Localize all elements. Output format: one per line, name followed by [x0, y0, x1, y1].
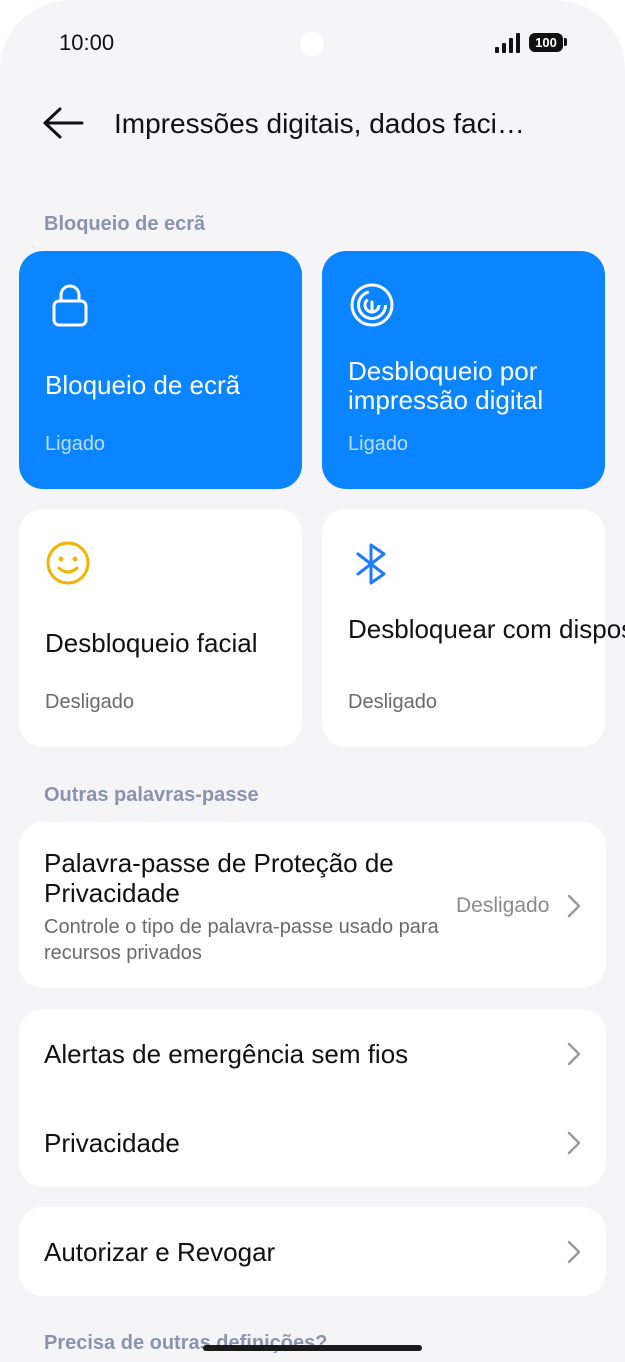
tile-status: Ligado	[45, 433, 106, 455]
section-header-more-settings: Precisa de outras definições?	[44, 1332, 328, 1354]
bluetooth-icon	[348, 539, 398, 589]
front-camera	[300, 32, 324, 56]
chevron-right-icon	[567, 1042, 581, 1066]
home-indicator[interactable]	[203, 1345, 422, 1351]
battery-icon: 100	[529, 33, 563, 52]
back-button[interactable]	[40, 102, 86, 144]
authorize-card: Autorizar e Revogar	[19, 1207, 606, 1296]
tile-status: Desligado	[348, 691, 437, 713]
fingerprint-unlock-tile[interactable]: Desbloqueio por impressão digital Ligado	[322, 251, 605, 489]
tile-title: Bloqueio de ecrã	[45, 370, 241, 400]
phone-screen: 10:00 100 Impressões digitais, dados fac…	[0, 0, 625, 1362]
settings-list-card: Alertas de emergência sem fios Privacida…	[19, 1009, 606, 1187]
row-title: Palavra-passe de Proteção de Privacidade	[44, 848, 394, 908]
fingerprint-icon	[348, 281, 398, 331]
row-title: Privacidade	[44, 1128, 180, 1158]
signal-icon	[495, 33, 521, 53]
chevron-right-icon	[567, 894, 581, 918]
privacy-password-card: Palavra-passe de Proteção de Privacidade…	[19, 822, 606, 988]
chevron-right-icon	[567, 1131, 581, 1155]
tile-title: Desbloqueio facial	[45, 628, 258, 658]
row-title: Alertas de emergência sem fios	[44, 1039, 409, 1069]
face-unlock-tile[interactable]: Desbloqueio facial Desligado	[19, 509, 302, 747]
arrow-left-icon	[43, 107, 84, 139]
row-subtitle: Controle o tipo de palavra-passe usado p…	[44, 916, 439, 964]
battery-tip	[564, 38, 567, 46]
page-title: Impressões digitais, dados faci…	[114, 108, 525, 139]
list-item-authorize-revoke[interactable]: Autorizar e Revogar	[19, 1207, 606, 1296]
status-time: 10:00	[59, 30, 115, 55]
tile-status: Ligado	[348, 433, 409, 455]
list-item-privacy[interactable]: Privacidade	[19, 1098, 606, 1187]
tile-title: Desbloqueio por impressão digital	[348, 356, 544, 415]
row-value: Desligado	[456, 894, 550, 917]
chevron-right-icon	[567, 1240, 581, 1264]
list-item-emergency-alerts[interactable]: Alertas de emergência sem fios	[19, 1009, 606, 1098]
tile-title: Desbloquear com dispositivo …	[348, 614, 625, 644]
privacy-password-row[interactable]: Palavra-passe de Proteção de Privacidade…	[19, 822, 606, 988]
screen-lock-tile[interactable]: Bloqueio de ecrã Ligado	[19, 251, 302, 489]
status-bar: 10:00 100	[0, 0, 625, 86]
smiley-face-icon	[45, 539, 95, 589]
section-header-screen-lock: Bloqueio de ecrã	[44, 213, 206, 235]
tile-status: Desligado	[45, 691, 134, 713]
device-unlock-tile[interactable]: Desbloquear com dispositivo … Desligado	[322, 509, 625, 747]
row-title: Autorizar e Revogar	[44, 1237, 276, 1267]
lock-icon	[45, 281, 95, 331]
section-header-other-passwords: Outras palavras-passe	[44, 784, 259, 806]
